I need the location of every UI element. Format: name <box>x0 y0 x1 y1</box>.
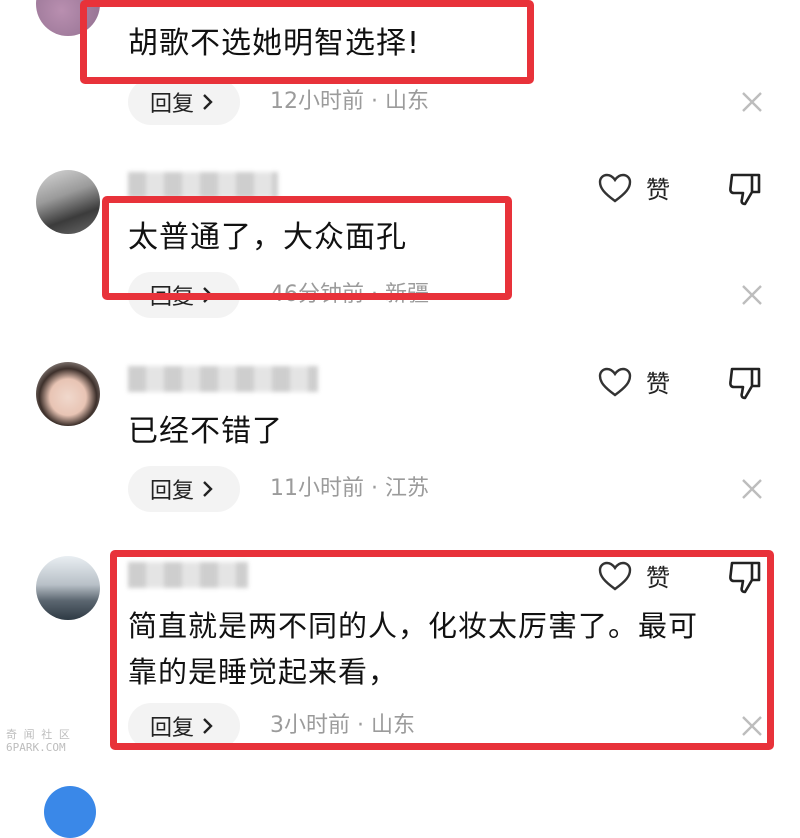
avatar[interactable] <box>36 362 100 426</box>
username-blur <box>128 366 318 392</box>
watermark: 奇 闻 社 区 6PARK.COM <box>6 728 70 754</box>
comment-meta: 12小时前 · 山东 <box>270 89 429 114</box>
avatar[interactable] <box>36 170 100 234</box>
heart-outline-icon <box>598 367 632 396</box>
username-blurred[interactable] <box>128 172 278 198</box>
comment-text: 已经不错了 <box>128 414 283 449</box>
heart-outline-icon <box>598 173 632 202</box>
watermark-line-1: 奇 闻 社 区 <box>6 728 70 741</box>
close-icon[interactable] <box>738 88 766 116</box>
reply-button[interactable]: 回复 <box>128 79 241 125</box>
like-label: 赞 <box>646 176 670 204</box>
chevron-right-icon <box>203 481 213 497</box>
highlight-box <box>102 196 512 300</box>
highlight-box <box>80 0 534 84</box>
thumbs-down-icon[interactable] <box>726 170 764 208</box>
username-blur <box>128 172 278 198</box>
like-button[interactable]: 赞 <box>598 364 670 399</box>
like-label: 赞 <box>646 370 670 398</box>
reply-label: 回复 <box>150 479 195 504</box>
close-icon[interactable] <box>738 281 766 309</box>
username-blurred[interactable] <box>128 366 318 392</box>
comment-meta: 11小时前 · 江苏 <box>270 476 429 501</box>
watermark-line-2: 6PARK.COM <box>6 741 66 754</box>
chevron-right-icon <box>203 94 213 110</box>
avatar[interactable] <box>44 786 96 838</box>
thumbs-down-icon[interactable] <box>726 364 764 402</box>
reply-label: 回复 <box>150 92 195 117</box>
like-button[interactable]: 赞 <box>598 170 670 205</box>
highlight-box <box>110 550 774 750</box>
avatar[interactable] <box>36 556 100 620</box>
close-icon[interactable] <box>738 475 766 503</box>
reply-button[interactable]: 回复 <box>128 466 241 512</box>
